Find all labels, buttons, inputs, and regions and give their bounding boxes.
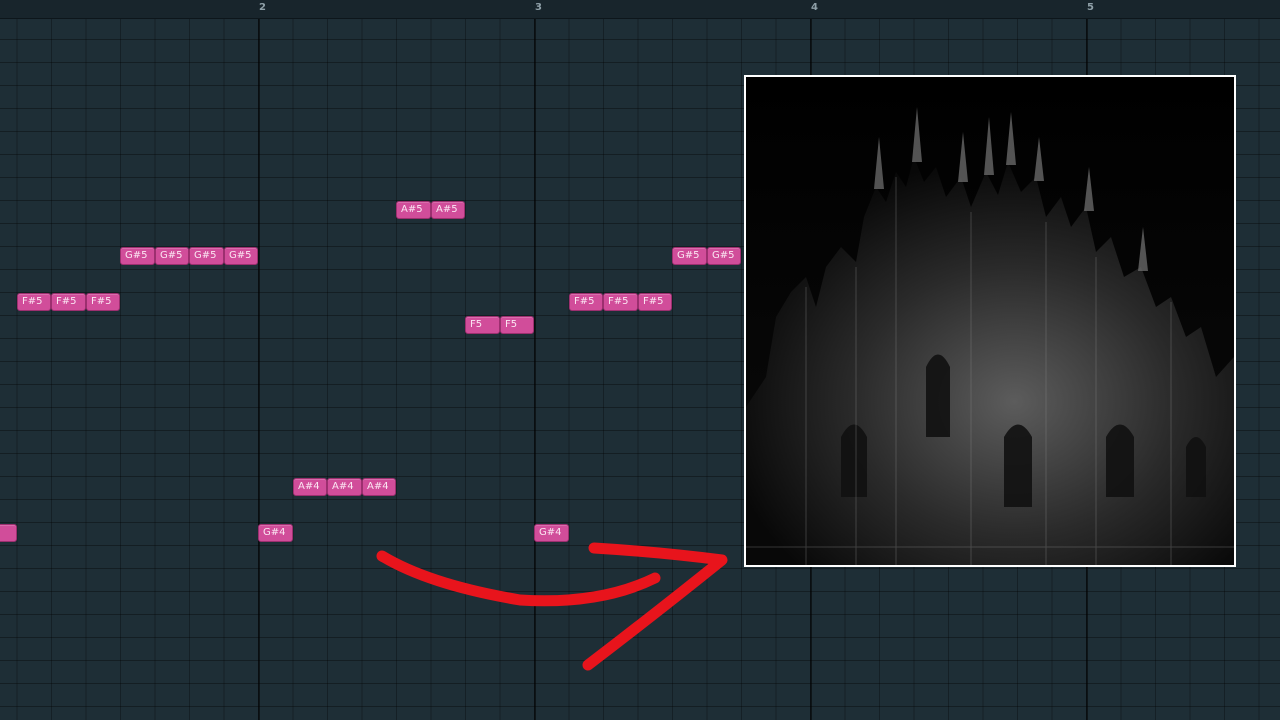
- red-arrow-annotation: [376, 542, 728, 671]
